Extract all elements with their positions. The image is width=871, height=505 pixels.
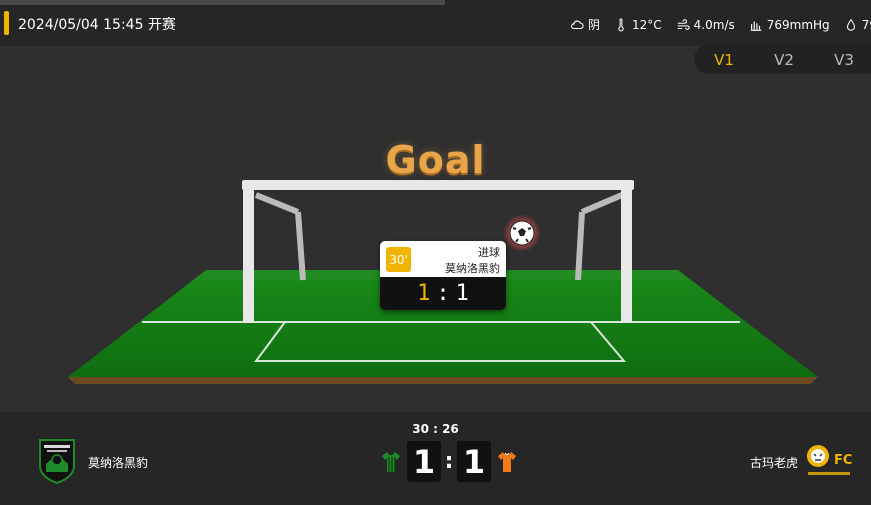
home-score: 1 xyxy=(407,441,441,482)
event-type: 进球 xyxy=(478,246,500,259)
event-score: 1 : 1 xyxy=(380,277,506,310)
event-card: 30' 进球 莫纳洛黑豹 1 : 1 xyxy=(380,241,506,310)
weather-info: 阴 12°C 4.0m/s 769mmHg 79 xyxy=(570,16,871,33)
thermometer-icon xyxy=(618,17,624,31)
weather-temperature: 12°C xyxy=(614,16,662,33)
humidity-icon xyxy=(846,18,855,31)
goal-left-post xyxy=(243,182,254,323)
top-bar: 2024/05/04 15:45 开赛 阴 12°C 4.0m/s 769mmH… xyxy=(0,0,871,46)
away-team-name: 古玛老虎 xyxy=(750,456,799,470)
svg-text:FC: FC xyxy=(834,453,852,468)
big-score: 1 : 1 xyxy=(375,441,523,482)
away-score: 1 xyxy=(457,441,491,482)
cloud-icon xyxy=(570,19,584,29)
accent-marker xyxy=(4,11,9,35)
pressure-text: 769mmHg xyxy=(766,17,830,32)
humidity-text: 79 xyxy=(861,17,871,32)
away-team-logo: FC xyxy=(807,445,852,475)
scoreboard: 莫纳洛黑豹 30 : 26 1 : 1 古玛老虎 FC xyxy=(0,412,871,505)
pitch-scene: Goal 30' 进球 莫纳洛黑豹 1 : 1 xyxy=(0,46,871,412)
event-card-header: 30' 进球 莫纳洛黑豹 xyxy=(380,241,506,277)
weather-wind: 4.0m/s xyxy=(676,16,735,33)
away-jersey-icon xyxy=(498,451,516,472)
weather-pressure: 769mmHg xyxy=(749,16,830,33)
event-title: Goal xyxy=(385,138,486,182)
ball-icon xyxy=(503,214,541,252)
event-score-separator: : xyxy=(436,281,450,306)
score-separator: : xyxy=(444,449,454,474)
event-home-score: 1 xyxy=(417,281,431,306)
event-minute: 30' xyxy=(386,247,411,272)
wind-text: 4.0m/s xyxy=(693,17,735,32)
weather-condition: 阴 xyxy=(570,16,600,33)
wind-icon xyxy=(677,18,690,30)
weather-condition-text: 阴 xyxy=(588,18,601,32)
pitch-soil xyxy=(68,377,818,384)
home-team-logo xyxy=(39,439,75,484)
goal-right-post xyxy=(621,182,632,323)
match-clock: 30 : 26 xyxy=(412,422,459,436)
event-team: 莫纳洛黑豹 xyxy=(445,262,500,275)
home-team-name: 莫纳洛黑豹 xyxy=(88,456,149,470)
progress-line xyxy=(0,0,445,5)
kickoff-time: 2024/05/04 15:45 开赛 xyxy=(18,17,176,33)
home-jersey-icon xyxy=(382,451,400,472)
temperature-text: 12°C xyxy=(632,17,662,32)
pressure-icon xyxy=(750,21,761,31)
match-animation-widget: 2024/05/04 15:45 开赛 阴 12°C 4.0m/s 769mmH… xyxy=(0,0,871,505)
weather-humidity: 79 xyxy=(844,16,871,33)
pitch-graphic xyxy=(68,180,818,384)
event-away-score: 1 xyxy=(455,281,469,306)
